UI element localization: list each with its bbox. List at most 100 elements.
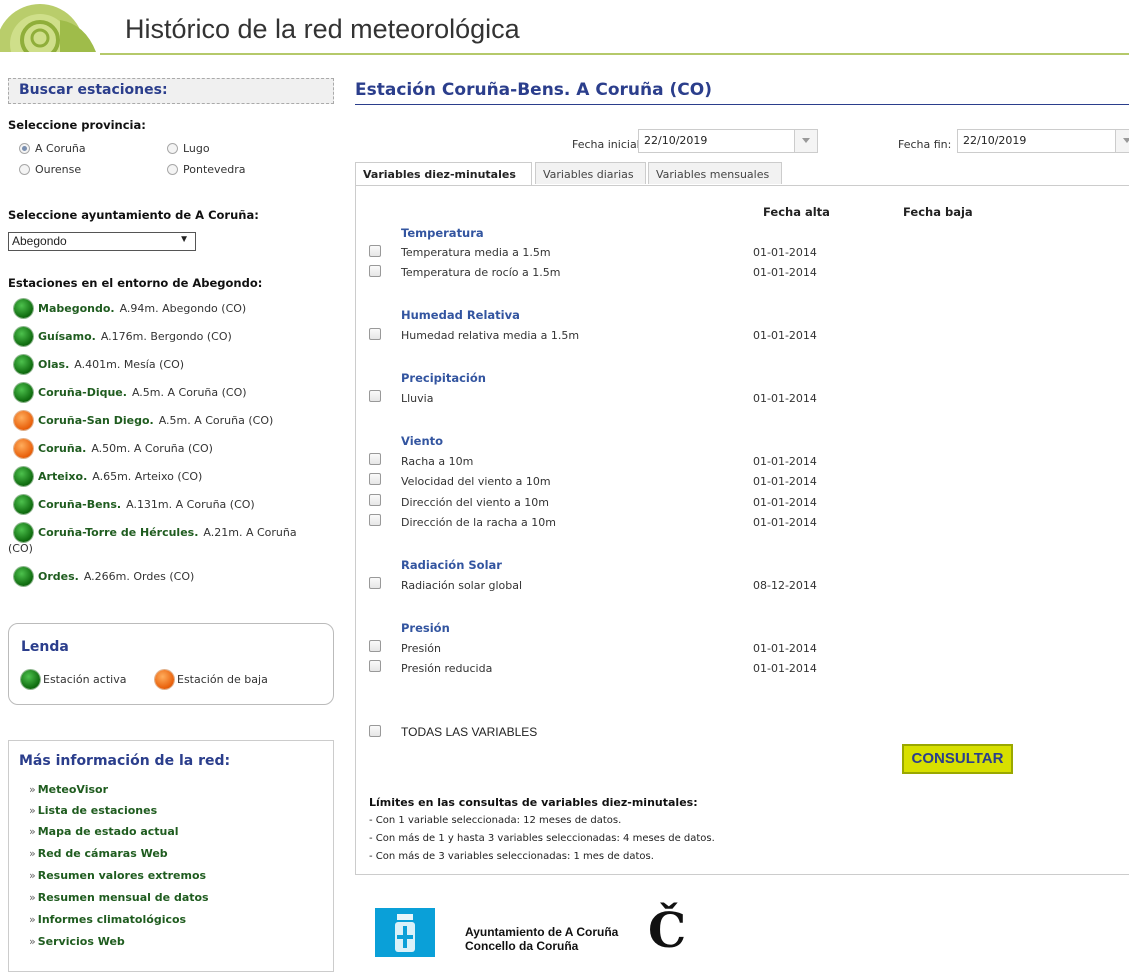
calendar-dropdown-icon[interactable] [794, 130, 817, 152]
chevron-right-icon: » [29, 847, 36, 860]
station-name[interactable]: Coruña-San Diego. [38, 414, 154, 427]
link-mensual[interactable]: » Resumen mensual de datos [29, 891, 209, 904]
variable-checkbox[interactable] [369, 245, 381, 257]
link-extremos[interactable]: » Resumen valores extremos [29, 869, 206, 882]
station-info: A.50m. A Coruña (CO) [91, 442, 213, 455]
group-title: Presión [401, 621, 450, 635]
radio-a-coruna[interactable]: A Coruña [19, 142, 86, 155]
link-label[interactable]: Lista de estaciones [38, 804, 157, 817]
station-item[interactable]: Coruña-Dique. A.5m. A Coruña (CO) [14, 383, 247, 402]
fecha-fin-label: Fecha fin: [898, 138, 952, 151]
link-label[interactable]: Mapa de estado actual [38, 825, 179, 838]
station-item[interactable]: Coruña-Torre de Hércules. A.21m. A Coruña [14, 523, 297, 542]
station-item[interactable]: Coruña. A.50m. A Coruña (CO) [14, 439, 213, 458]
consultar-button[interactable]: CONSULTAR [902, 744, 1013, 774]
tab-label: Variables mensuales [656, 168, 770, 181]
variable-checkbox[interactable] [369, 390, 381, 402]
tab-mensuales[interactable]: Variables mensuales [648, 162, 782, 184]
fecha-fin-input[interactable]: 22/10/2019 [957, 129, 1129, 153]
variable-fecha-alta: 08-12-2014 [753, 579, 817, 592]
station-inactive-icon [155, 670, 174, 689]
variable-checkbox[interactable] [369, 265, 381, 277]
station-name[interactable]: Coruña-Bens. [38, 498, 121, 511]
link-label[interactable]: Servicios Web [38, 935, 125, 948]
concello-brand-logo[interactable]: Č [648, 905, 686, 957]
variable-checkbox[interactable] [369, 453, 381, 465]
station-name[interactable]: Arteixo. [38, 470, 87, 483]
station-item[interactable]: Arteixo. A.65m. Arteixo (CO) [14, 467, 202, 486]
station-info: A.131m. A Coruña (CO) [126, 498, 255, 511]
link-lista-estaciones[interactable]: » Lista de estaciones [29, 804, 157, 817]
link-servicios-web[interactable]: » Servicios Web [29, 935, 125, 948]
legend-inactive: Estación de baja [155, 670, 268, 689]
station-name[interactable]: Ordes. [38, 570, 79, 583]
station-name[interactable]: Olas. [38, 358, 69, 371]
station-name[interactable]: Mabegondo. [38, 302, 115, 315]
radio-dot[interactable] [167, 164, 178, 175]
variable-checkbox[interactable] [369, 640, 381, 652]
meteogalicia-logo[interactable] [0, 0, 100, 52]
ayuntamiento-select[interactable]: Abegondo ▼ [8, 232, 196, 251]
link-mapa-estado[interactable]: » Mapa de estado actual [29, 825, 179, 838]
variable-fecha-alta: 01-01-2014 [753, 266, 817, 279]
variable-checkbox[interactable] [369, 473, 381, 485]
fecha-inicial-label: Fecha inicial: [572, 138, 644, 151]
calendar-dropdown-icon[interactable] [1115, 130, 1129, 152]
all-variables-checkbox[interactable] [369, 725, 381, 737]
link-meteovisor[interactable]: » MeteoVisor [29, 783, 108, 796]
more-info-title: Más información de la red: [19, 753, 231, 769]
variable-label: Presión reducida [401, 662, 493, 675]
ayuntamiento-label: Seleccione ayuntamiento de A Coruña: [8, 208, 259, 222]
station-name[interactable]: Coruña-Torre de Hércules. [38, 526, 198, 539]
radio-lugo[interactable]: Lugo [167, 142, 210, 155]
variable-checkbox[interactable] [369, 494, 381, 506]
link-label[interactable]: Resumen mensual de datos [38, 891, 209, 904]
station-item[interactable]: Ordes. A.266m. Ordes (CO) [14, 567, 194, 586]
variable-label: Dirección del viento a 10m [401, 496, 550, 509]
station-item[interactable]: Mabegondo. A.94m. Abegondo (CO) [14, 299, 246, 318]
tab-diarias[interactable]: Variables diarias [535, 162, 646, 184]
chevron-right-icon: » [29, 869, 36, 882]
variable-fecha-alta: 01-01-2014 [753, 516, 817, 529]
station-info: A.5m. A Coruña (CO) [158, 414, 274, 427]
station-name[interactable]: Coruña-Dique. [38, 386, 127, 399]
variable-fecha-alta: 01-01-2014 [753, 455, 817, 468]
station-item[interactable]: Coruña-Bens. A.131m. A Coruña (CO) [14, 495, 255, 514]
link-label[interactable]: MeteoVisor [38, 783, 108, 796]
coruna-coat-of-arms-logo[interactable] [375, 908, 435, 957]
link-label[interactable]: Informes climatológicos [38, 913, 186, 926]
limit-line: - Con más de 1 y hasta 3 variables selec… [369, 833, 715, 844]
variable-label: Racha a 10m [401, 455, 474, 468]
station-item[interactable]: Guísamo. A.176m. Bergondo (CO) [14, 327, 232, 346]
stations-label: Estaciones en el entorno de Abegondo: [8, 276, 263, 290]
radio-dot[interactable] [167, 143, 178, 154]
legend-active-label: Estación activa [43, 673, 127, 686]
tab-diez-minutales[interactable]: Variables diez-minutales [355, 162, 532, 186]
fecha-inicial-input[interactable]: 22/10/2019 [638, 129, 818, 153]
radio-dot[interactable] [19, 143, 30, 154]
radio-pontevedra[interactable]: Pontevedra [167, 163, 246, 176]
station-item[interactable]: Coruña-San Diego. A.5m. A Coruña (CO) [14, 411, 273, 430]
variable-checkbox[interactable] [369, 514, 381, 526]
tab-label: Variables diarias [543, 168, 634, 181]
variable-label: Dirección de la racha a 10m [401, 516, 556, 529]
station-item[interactable]: Olas. A.401m. Mesía (CO) [14, 355, 184, 374]
station-inactive-icon [14, 439, 33, 458]
link-label[interactable]: Red de cámaras Web [38, 847, 168, 860]
link-label[interactable]: Resumen valores extremos [38, 869, 206, 882]
chevron-right-icon: » [29, 825, 36, 838]
col-fecha-alta: Fecha alta [763, 205, 830, 219]
station-name[interactable]: Coruña. [38, 442, 86, 455]
station-name[interactable]: Guísamo. [38, 330, 96, 343]
radio-dot[interactable] [19, 164, 30, 175]
radio-ourense[interactable]: Ourense [19, 163, 81, 176]
variable-fecha-alta: 01-01-2014 [753, 642, 817, 655]
link-informes[interactable]: » Informes climatológicos [29, 913, 186, 926]
link-camaras[interactable]: » Red de cámaras Web [29, 847, 168, 860]
org-line-2: Concello da Coruña [465, 939, 579, 953]
group-title: Temperatura [401, 226, 484, 240]
variable-fecha-alta: 01-01-2014 [753, 496, 817, 509]
variable-checkbox[interactable] [369, 577, 381, 589]
variable-checkbox[interactable] [369, 328, 381, 340]
variable-checkbox[interactable] [369, 660, 381, 672]
